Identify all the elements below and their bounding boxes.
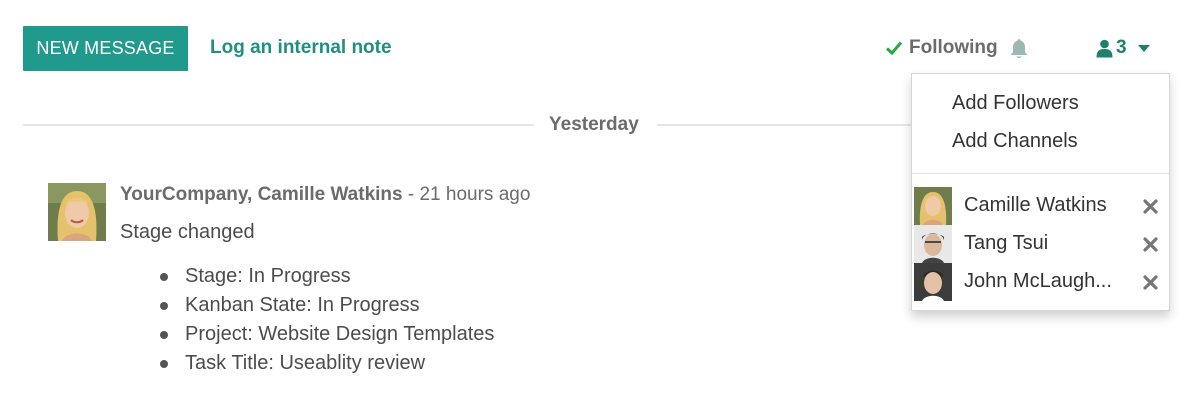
bullet-icon [160, 331, 168, 339]
tracking-item-text: Task Title: Useablity review [185, 352, 426, 374]
message-header: YourCompany, Camille Watkins - 21 hours … [120, 184, 530, 206]
follower-name: Camille Watkins [964, 194, 1107, 216]
add-channels-menu-item[interactable]: Add Channels [952, 130, 1078, 153]
bullet-icon [160, 302, 168, 310]
follower-item-camille-watkins[interactable]: Camille Watkins [914, 187, 1169, 225]
remove-follower-icon[interactable] [1143, 275, 1158, 290]
follower-avatar [914, 187, 952, 225]
message-subject: Stage changed [120, 221, 255, 243]
new-message-button[interactable]: NEW MESSAGE [23, 26, 188, 71]
date-separator-line-left [23, 124, 534, 126]
user-icon [1096, 39, 1113, 57]
followers-count: 3 [1116, 37, 1127, 58]
follower-name: John McLaugh... [964, 270, 1112, 292]
followers-dropdown-menu: Add Followers Add Channels Camille Watki… [911, 73, 1170, 311]
add-followers-menu-item[interactable]: Add Followers [952, 92, 1079, 115]
follower-name: Tang Tsui [964, 232, 1049, 254]
tracking-item-text: Stage: In Progress [185, 265, 351, 287]
tracking-item-text: Kanban State: In Progress [185, 294, 420, 316]
tracking-item-text: Project: Website Design Templates [185, 323, 495, 345]
following-toggle[interactable]: Following [885, 37, 998, 59]
message-timestamp: - 21 hours ago [407, 184, 531, 205]
follower-item-tang-tsui[interactable]: Tang Tsui [914, 225, 1169, 263]
tracking-item: Stage: In Progress [158, 263, 494, 292]
avatar-image [48, 183, 106, 241]
follower-item-john-mclaughlin[interactable]: John McLaugh... [914, 263, 1169, 301]
remove-follower-icon[interactable] [1143, 199, 1158, 214]
follower-avatar [914, 263, 952, 301]
following-label: Following [909, 37, 998, 58]
bullet-icon [160, 360, 168, 368]
log-internal-note-link[interactable]: Log an internal note [210, 37, 392, 59]
followers-dropdown-toggle[interactable]: 3 [1096, 37, 1151, 59]
follower-avatar [914, 225, 952, 263]
remove-follower-icon[interactable] [1143, 237, 1158, 252]
tracking-item: Project: Website Design Templates [158, 321, 494, 350]
tracking-item: Task Title: Useablity review [158, 350, 494, 379]
tracking-value-list: Stage: In Progress Kanban State: In Prog… [158, 263, 494, 379]
bell-icon[interactable] [1009, 38, 1029, 60]
tracking-item: Kanban State: In Progress [158, 292, 494, 321]
date-separator-label: Yesterday [549, 114, 639, 135]
caret-down-icon [1137, 44, 1150, 52]
bullet-icon [160, 273, 168, 281]
date-separator-line-right [657, 124, 912, 126]
check-icon [885, 41, 903, 56]
menu-divider [912, 173, 1169, 174]
author-avatar[interactable] [48, 183, 106, 241]
message-author[interactable]: YourCompany, Camille Watkins [120, 184, 403, 205]
